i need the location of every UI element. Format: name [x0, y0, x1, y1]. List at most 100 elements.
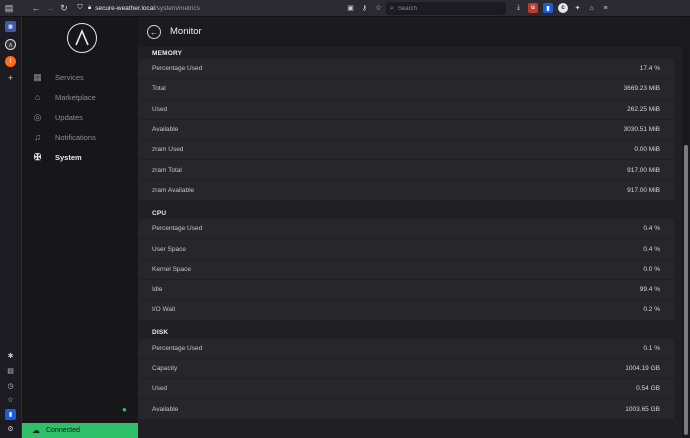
nav-label: System [55, 152, 82, 162]
menu-icon[interactable]: ≡ [601, 4, 610, 13]
metric-value: 0.00 MiB [634, 146, 660, 154]
metric-label: Available [152, 126, 179, 134]
section-title: DISK [152, 329, 169, 337]
app-tab-logo-icon[interactable]: ∧ [5, 39, 16, 50]
metric-row: Percentage Used 0.1 % [138, 338, 674, 359]
bitwarden-icon[interactable]: ▮ [543, 3, 553, 13]
metric-row: zram Total 917.00 MiB [138, 160, 674, 181]
url-bar[interactable]: 🔒︎ secure-weather.local/system/metrics [88, 2, 200, 15]
star-icon[interactable]: ☆ [5, 394, 16, 405]
shopping-bag-icon[interactable]: ⌂ [587, 4, 596, 13]
metric-label: Kernel Space [152, 265, 192, 273]
metric-label: Capacity [152, 365, 178, 372]
history-icon[interactable]: ◷ [5, 380, 16, 391]
metric-row: zram Used 0.00 MiB [138, 140, 674, 161]
extension-c-icon[interactable]: c [558, 3, 568, 13]
scrollbar-thumb[interactable] [684, 145, 688, 435]
metric-row: I/O Wait 0.2 % [138, 300, 674, 321]
nav-item-updates[interactable]: ◎ Updates [32, 110, 83, 124]
search-icon: ⌕ [390, 4, 394, 12]
nav-label: Marketplace [55, 92, 96, 102]
metric-value: 262.25 MiB [627, 105, 660, 113]
puzzle-icon[interactable]: ✦ [573, 4, 582, 13]
metric-label: Used [152, 105, 168, 113]
metric-row: User Space 0.4 % [138, 239, 674, 260]
shield-icon[interactable]: ⛉ [73, 1, 87, 15]
new-tab-plus-icon[interactable]: + [5, 72, 16, 83]
scrollbar[interactable] [682, 17, 690, 438]
metric-label: Idle [152, 286, 163, 294]
metric-label: zram Used [152, 146, 184, 154]
search-input[interactable] [397, 5, 488, 12]
nav-item-system[interactable]: ✠ System [32, 150, 82, 164]
url-path: /system/metrics [154, 5, 200, 12]
metric-row: Idle 99.4 % [138, 279, 674, 301]
forward-arrow-icon[interactable]: → [43, 1, 57, 15]
tab-favicon-icon[interactable]: ▦ [5, 21, 16, 32]
bookmark-star-icon[interactable]: ☆ [374, 3, 383, 12]
search-box[interactable]: ⌕ [386, 2, 506, 15]
globe-icon: ◎ [33, 111, 42, 122]
metric-value: 0.54 GB [636, 385, 660, 393]
metric-label: zram Total [152, 166, 182, 174]
metric-row: Available 3030.51 MiB [138, 119, 674, 141]
sparkle-icon[interactable]: ✱ [5, 350, 16, 361]
metric-value: 0.4 % [643, 225, 660, 233]
metric-row: Total 3669.23 MiB [138, 79, 674, 100]
metric-value: 3030.51 MiB [623, 126, 661, 134]
nav-label: Notifications [55, 132, 96, 142]
metric-value: 0.2 % [643, 306, 660, 314]
settings-gear-icon[interactable]: ⚙ [5, 423, 16, 434]
ublock-icon[interactable]: u [528, 3, 538, 13]
status-label: Connected [46, 427, 80, 434]
metric-row: Kernel Space 0.0 % [138, 259, 674, 280]
app-logo[interactable] [67, 23, 97, 53]
section-cpu: CPU Percentage Used 0.4 % User Space 0.4 %… [138, 207, 674, 321]
section-title: MEMORY [152, 49, 183, 57]
bitwarden-sidebar-icon[interactable]: ▮ [5, 409, 16, 420]
browser-vertical-sidebar: ▦ ∧ f + ✱ ▤ ◷ ☆ ▮ ⚙ [0, 17, 22, 438]
key-icon[interactable]: ⚷ [360, 3, 369, 12]
store-icon: ⌂ [34, 92, 41, 102]
sidebar-toggle-icon[interactable]: ▤ [2, 1, 16, 15]
metric-label: Available [152, 405, 179, 413]
tools-icon: ✠ [33, 151, 42, 162]
back-button[interactable]: ← [147, 25, 161, 39]
metric-value: 1003.65 GB [625, 405, 660, 413]
nav-item-marketplace[interactable]: ⌂ Marketplace [32, 90, 96, 104]
nav-item-notifications[interactable]: ♫ Notifications [32, 130, 96, 144]
metric-row: Available 1003.65 GB [138, 399, 674, 420]
metric-value: 0.4 % [643, 245, 660, 253]
firefox-tab-icon[interactable]: f [5, 56, 16, 67]
section-memory: MEMORY Percentage Used 17.4 % Total 3669.2… [138, 47, 674, 202]
user-icon[interactable]: ● [122, 405, 127, 414]
reload-icon[interactable]: ↻ [57, 1, 71, 15]
metric-value: 917.00 MiB [627, 166, 660, 174]
metric-row: Used 0.54 GB [138, 379, 674, 400]
metric-label: Used [152, 385, 168, 393]
reader-view-icon[interactable]: ▣ [346, 3, 355, 12]
url-host: secure-weather.local [95, 5, 155, 12]
download-icon[interactable]: ⤓ [514, 4, 523, 13]
page-title: Monitor [170, 26, 202, 37]
main-content: ← Monitor MEMORY Percentage Used 17.4 % T… [138, 17, 682, 438]
bookmarks-icon[interactable]: ▤ [5, 365, 16, 376]
metric-value: 917.00 MiB [627, 186, 660, 194]
metric-value: 1004.19 GB [625, 365, 660, 372]
page-header: ← Monitor [138, 17, 682, 47]
metric-value: 0.0 % [643, 265, 660, 273]
metric-value: 0.1 % [643, 344, 660, 352]
metric-label: Percentage Used [152, 225, 203, 233]
back-arrow-icon[interactable]: ← [29, 1, 43, 15]
metric-row: Used 262.25 MiB [138, 99, 674, 120]
metric-value: 3669.23 MiB [623, 85, 661, 93]
metric-label: Percentage Used [152, 65, 203, 73]
metric-row: Percentage Used 0.4 % [138, 219, 674, 240]
nav-label: Updates [55, 112, 83, 122]
metric-label: Percentage Used [152, 344, 203, 352]
connection-status: ☁ Connected [22, 423, 138, 438]
nav-item-services[interactable]: ▦ Services [32, 70, 84, 84]
metric-value: 17.4 % [639, 65, 660, 73]
nav-label: Services [55, 72, 84, 82]
metric-label: User Space [152, 245, 186, 253]
